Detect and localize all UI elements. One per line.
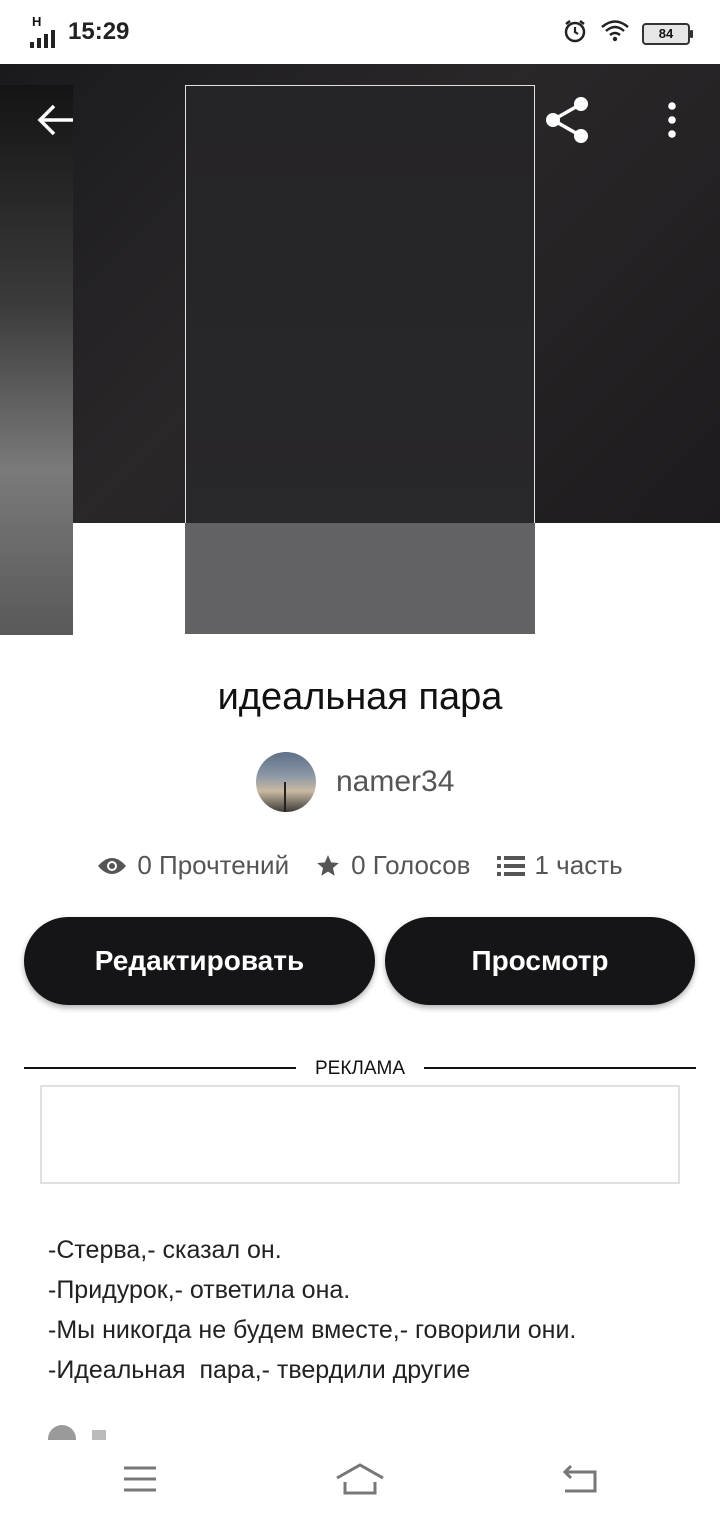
description-line: -Стерва,- сказал он.: [48, 1236, 282, 1264]
author-name[interactable]: namer34: [336, 765, 454, 799]
reads-stat: 0 Прочтений: [97, 850, 289, 881]
avatar[interactable]: [256, 752, 316, 812]
edit-button[interactable]: Редактировать: [24, 917, 375, 1005]
more-vert-icon: [668, 102, 676, 138]
view-button[interactable]: Просмотр: [385, 917, 695, 1005]
star-icon: [317, 854, 339, 876]
clock-time: 15:29: [68, 18, 130, 45]
parts-count: 1 часть: [534, 850, 623, 880]
home-button[interactable]: [320, 1454, 400, 1504]
network-type: H: [32, 14, 42, 29]
story-stats: 0 Прочтений 0 Голосов 1 часть: [0, 850, 720, 881]
back-icon: [562, 1464, 597, 1493]
battery-icon: 84: [642, 22, 693, 45]
battery-level: 84: [658, 26, 674, 41]
recent-apps-button[interactable]: [100, 1454, 180, 1504]
status-bar: H 15:29 84: [0, 0, 720, 64]
ad-banner[interactable]: [40, 1085, 680, 1184]
signal-icon: H: [30, 14, 60, 48]
back-nav-button[interactable]: [540, 1454, 620, 1504]
menu-icon: [124, 1466, 156, 1492]
ad-label: РЕКЛАМА: [314, 1058, 406, 1079]
divider: [424, 1067, 696, 1069]
eye-icon: [98, 857, 127, 874]
list-icon: [496, 855, 525, 876]
previous-cover-image[interactable]: [0, 85, 73, 635]
alarm-icon: [562, 18, 588, 49]
back-button[interactable]: [28, 92, 84, 148]
votes-count: 0 Голосов: [351, 850, 471, 880]
system-nav-bar: [0, 1440, 720, 1520]
author-link[interactable]: namer34: [256, 752, 454, 812]
book-cover-bottom: [185, 523, 535, 634]
status-left: H 15:29: [30, 14, 130, 48]
ad-separator: РЕКЛАМА: [24, 1056, 696, 1080]
description-line: -Идеальная пара,- твердили другие: [48, 1356, 471, 1384]
arrow-left-icon: [37, 104, 73, 136]
description-line: -Придурок,- ответила она.: [48, 1276, 351, 1304]
story-title: идеальная пара: [217, 676, 503, 718]
more-options-button[interactable]: [644, 92, 700, 148]
votes-stat: 0 Голосов: [315, 850, 471, 881]
story-description: -Стерва,- сказал он. -Придурок,- ответил…: [48, 1230, 576, 1390]
wifi-icon: [600, 19, 630, 48]
reads-count: 0 Прочтений: [137, 850, 290, 880]
parts-stat: 1 часть: [496, 850, 623, 881]
status-right: 84: [562, 18, 693, 49]
description-line: -Мы никогда не будем вместе,- говорили о…: [48, 1316, 577, 1344]
share-icon: [546, 97, 588, 143]
home-icon: [336, 1463, 384, 1495]
share-button[interactable]: [540, 92, 596, 148]
